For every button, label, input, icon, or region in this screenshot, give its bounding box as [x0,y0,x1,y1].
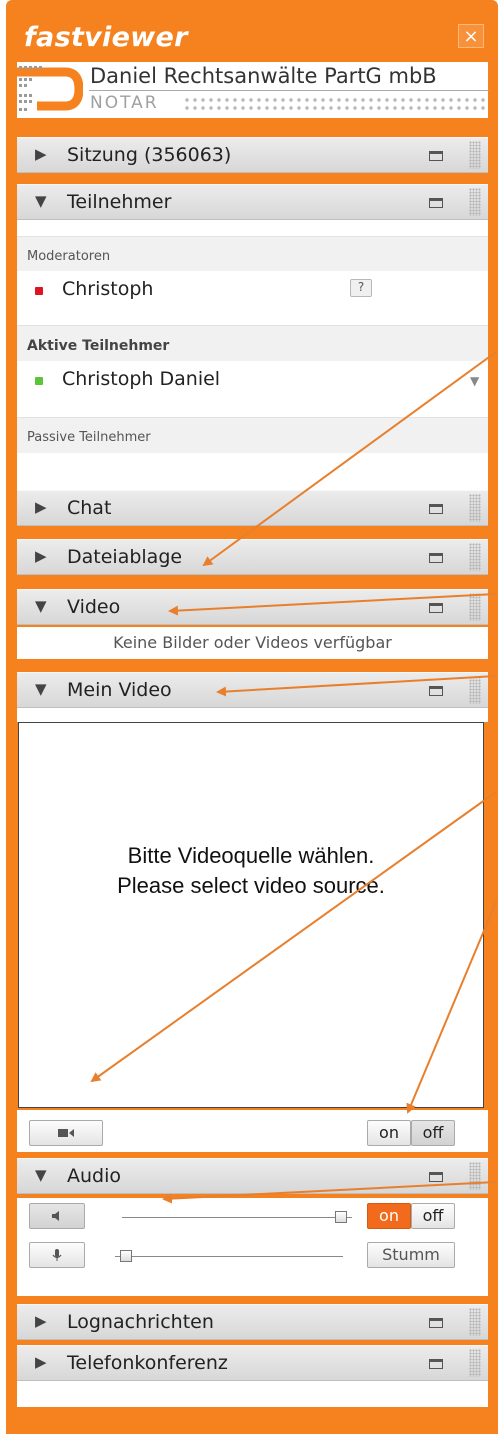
drag-grip-icon[interactable] [469,1308,481,1336]
window-icon[interactable] [429,151,443,161]
video-source-message-en: Please select video source. [117,873,385,898]
moderators-group-header: Moderatoren [17,236,488,271]
drag-grip-icon[interactable] [469,141,481,169]
microphone-button[interactable] [29,1242,85,1268]
active-participants-header: Aktive Teilnehmer [17,325,488,361]
section-lognachrichten-label: Lognachrichten [67,1311,214,1333]
mic-volume-thumb[interactable] [119,1250,132,1262]
window-icon[interactable] [429,1172,443,1182]
section-dateiablage[interactable]: ▶ Dateiablage [17,539,488,575]
speaker-icon [52,1211,59,1221]
passive-participants-header: Passive Teilnehmer [17,417,488,453]
participants-spacer [17,403,488,417]
collapse-arrow-icon[interactable]: ▼ [35,597,47,615]
section-telefonkonferenz-label: Telefonkonferenz [67,1352,228,1374]
audio-controls: on off Stumm [17,1198,488,1296]
branding-banner: Daniel Rechtsanwälte PartG mbB NOTAR [17,62,489,118]
section-video-label: Video [67,596,121,618]
video-on-button[interactable]: on [367,1120,411,1146]
close-button[interactable]: × [458,24,484,48]
section-mein-video-label: Mein Video [67,679,172,701]
audio-off-button[interactable]: off [411,1203,455,1229]
expand-arrow-icon[interactable]: ▶ [35,547,47,565]
section-audio[interactable]: ▼ Audio [17,1158,488,1194]
collapse-arrow-icon[interactable]: ▼ [35,192,47,210]
brand-dot-pattern [183,96,489,114]
camera-button[interactable] [29,1120,103,1146]
company-subtitle: NOTAR [90,93,159,113]
drag-grip-icon[interactable] [469,676,481,704]
help-icon[interactable]: ? [350,279,372,297]
speaker-button[interactable] [29,1203,85,1229]
status-dot-icon [35,287,43,295]
participants-spacer [17,311,488,325]
app-logo: fastviewer [24,22,188,53]
participant-row-active[interactable]: Christoph Daniel [17,361,488,403]
speaker-volume-thumb[interactable] [334,1211,347,1223]
company-name: Daniel Rechtsanwälte PartG mbB [90,64,437,88]
microphone-icon [52,1249,62,1261]
video-off-button[interactable]: off [411,1120,455,1146]
company-logo-icon [17,64,83,114]
section-chat-label: Chat [67,497,112,519]
drag-grip-icon[interactable] [469,543,481,571]
section-lognachrichten[interactable]: ▶ Lognachrichten [17,1304,488,1340]
video-controls: on off [17,1110,488,1152]
drag-grip-icon[interactable] [469,188,481,216]
collapse-arrow-icon[interactable]: ▼ [35,680,47,698]
mic-volume-track[interactable] [115,1256,343,1257]
status-dot-icon [35,377,43,385]
no-video-message: Keine Bilder oder Videos verfügbar [17,627,488,659]
participants-spacer [17,220,488,236]
video-spacer [17,708,488,722]
window-icon[interactable] [429,504,443,514]
window-icon[interactable] [429,1359,443,1369]
drag-grip-icon[interactable] [469,593,481,621]
speaker-volume-track[interactable] [122,1217,352,1218]
drag-grip-icon[interactable] [469,494,481,522]
section-dateiablage-label: Dateiablage [67,546,183,568]
audio-on-button[interactable]: on [367,1203,411,1229]
camera-icon [58,1129,74,1137]
panel-bottom-spacer [17,1381,488,1407]
section-chat[interactable]: ▶ Chat [17,490,488,526]
drag-grip-icon[interactable] [469,1162,481,1190]
section-telefonkonferenz[interactable]: ▶ Telefonkonferenz [17,1345,488,1381]
section-teilnehmer-label: Teilnehmer [67,191,172,213]
expand-arrow-icon[interactable]: ▶ [35,145,47,163]
section-teilnehmer[interactable]: ▼ Teilnehmer [17,184,488,220]
window-icon[interactable] [429,553,443,563]
window-icon[interactable] [429,198,443,208]
participant-row-moderator[interactable]: Christoph [17,271,488,311]
video-source-message: Bitte Videoquelle wählen. Please select … [19,841,483,901]
section-sitzung[interactable]: ▶ Sitzung (356063) [17,137,488,173]
passive-participants-list [17,453,488,490]
section-audio-label: Audio [67,1165,122,1187]
mute-button[interactable]: Stumm [367,1242,455,1268]
window-icon[interactable] [429,603,443,613]
brand-divider [89,90,489,91]
expand-arrow-icon[interactable]: ▶ [35,1312,47,1330]
drag-grip-icon[interactable] [469,1349,481,1377]
expand-arrow-icon[interactable]: ▶ [35,1353,47,1371]
participant-name: Christoph Daniel [62,368,221,390]
expand-arrow-icon[interactable]: ▶ [35,498,47,516]
window-icon[interactable] [429,686,443,696]
video-source-message-de: Bitte Videoquelle wählen. [127,843,375,868]
window-icon[interactable] [429,1318,443,1328]
section-mein-video[interactable]: ▼ Mein Video [17,672,488,708]
section-video[interactable]: ▼ Video [17,589,488,625]
dropdown-arrow-icon[interactable]: ▼ [470,374,479,388]
my-video-preview[interactable]: Bitte Videoquelle wählen. Please select … [18,722,484,1108]
section-sitzung-label: Sitzung (356063) [67,144,232,166]
collapse-arrow-icon[interactable]: ▼ [35,1166,47,1184]
participant-name: Christoph [62,278,154,300]
